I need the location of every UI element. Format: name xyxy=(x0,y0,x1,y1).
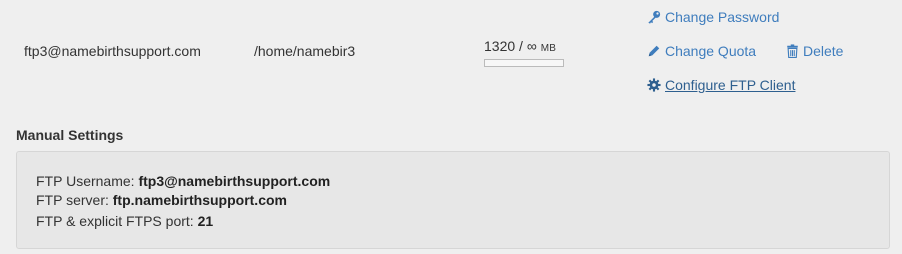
ftp-port-label: FTP & explicit FTPS port: xyxy=(36,213,194,229)
manual-settings-title: Manual Settings xyxy=(16,127,124,143)
ftp-port-line: FTP & explicit FTPS port: 21 xyxy=(36,213,213,229)
configure-ftp-client-link[interactable]: Configure FTP Client xyxy=(647,77,795,93)
ftp-username-line: FTP Username: ftp3@namebirthsupport.com xyxy=(36,173,330,189)
delete-link[interactable]: Delete xyxy=(786,43,843,59)
ftp-port-value: 21 xyxy=(197,213,214,229)
pencil-icon xyxy=(648,45,660,57)
ftp-username-label: FTP Username: xyxy=(36,173,135,189)
disk-usage-text: 1320 / ∞ MB xyxy=(484,38,556,54)
gear-icon xyxy=(647,78,661,92)
change-password-link[interactable]: Change Password xyxy=(647,9,779,25)
trash-icon xyxy=(787,44,798,58)
usage-progress-bar xyxy=(484,59,564,67)
ftp-username-value: ftp3@namebirthsupport.com xyxy=(138,173,331,189)
key-icon xyxy=(648,10,661,24)
configure-ftp-client-label: Configure FTP Client xyxy=(665,77,796,93)
usage-unit: MB xyxy=(540,43,557,54)
ftp-server-value: ftp.namebirthsupport.com xyxy=(112,192,287,208)
ftp-account-row: ftp3@namebirthsupport.com /home/namebir3… xyxy=(0,0,902,118)
manual-settings-panel: FTP Username: ftp3@namebirthsupport.com … xyxy=(16,151,890,249)
change-quota-label: Change Quota xyxy=(665,43,757,59)
usage-separator: / xyxy=(519,38,523,54)
ftp-server-line: FTP server: ftp.namebirthsupport.com xyxy=(36,192,287,208)
change-password-label: Change Password xyxy=(665,9,780,25)
usage-value: 1320 xyxy=(484,38,516,54)
change-quota-link[interactable]: Change Quota xyxy=(647,43,756,59)
ftp-account-directory: /home/namebir3 xyxy=(254,43,356,59)
ftp-server-label: FTP server: xyxy=(36,192,109,208)
quota-value: ∞ xyxy=(526,38,537,54)
delete-label: Delete xyxy=(803,43,844,59)
ftp-account-username: ftp3@namebirthsupport.com xyxy=(24,43,201,59)
